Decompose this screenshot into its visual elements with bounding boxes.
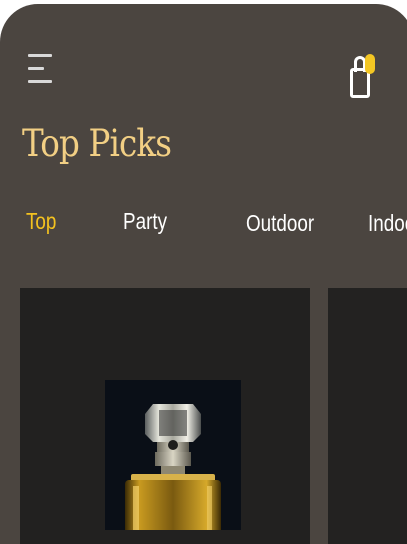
perfume-bottle-image	[105, 380, 241, 530]
tab-party[interactable]: Party	[123, 208, 167, 235]
cart-badge	[365, 54, 375, 74]
product-card[interactable]	[328, 288, 407, 544]
menu-icon-line	[28, 67, 44, 70]
tab-indoor[interactable]: Indoor	[368, 210, 407, 237]
category-tabs: Top Party Outdoor Indoor	[0, 202, 407, 242]
tab-outdoor[interactable]: Outdoor	[246, 210, 314, 237]
app-screen: Top Picks Top Party Outdoor Indoor	[0, 4, 407, 544]
menu-icon-line	[28, 54, 52, 57]
shopping-bag-button[interactable]	[346, 52, 378, 106]
menu-icon-line	[28, 80, 52, 83]
product-card[interactable]	[20, 288, 310, 544]
tab-top[interactable]: Top	[26, 208, 56, 235]
menu-button[interactable]	[28, 54, 54, 84]
page-title: Top Picks	[22, 122, 172, 165]
perfume-bottle-illustration	[105, 380, 241, 530]
